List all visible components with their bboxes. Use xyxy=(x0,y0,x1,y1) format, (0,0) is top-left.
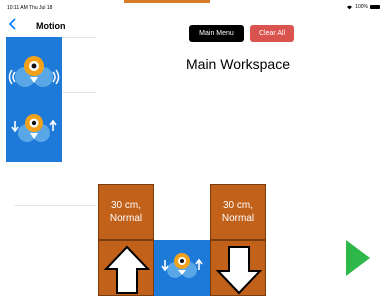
wifi-icon xyxy=(347,5,353,9)
play-icon[interactable] xyxy=(346,240,370,276)
robot-forward-backward-icon xyxy=(161,253,203,278)
forward-distance: 30 cm, xyxy=(110,200,141,211)
backward-speed: Normal xyxy=(221,213,255,224)
robot-move-block[interactable] xyxy=(154,240,210,296)
top-strip xyxy=(124,0,210,3)
backward-arrow-tile[interactable] xyxy=(210,240,266,296)
sidebar: Motion xyxy=(0,13,96,295)
forward-speed: Normal xyxy=(109,213,143,224)
backward-distance: 30 cm, xyxy=(222,200,253,211)
down-arrow-icon xyxy=(215,246,263,295)
back-chevron-icon[interactable] xyxy=(8,18,18,30)
status-indicators: 100% xyxy=(346,4,380,10)
robot-sound-icon[interactable] xyxy=(6,37,62,99)
sidebar-header: Motion xyxy=(0,13,96,35)
status-time: 10:11 AM Thu Jul 18 xyxy=(7,5,53,11)
backward-block[interactable]: 30 cm, Normal xyxy=(210,184,266,296)
battery-icon xyxy=(370,5,380,9)
clear-all-button[interactable]: Clear All xyxy=(250,25,294,42)
divider xyxy=(62,37,96,38)
battery-percent: 100% xyxy=(355,4,368,10)
forward-arrow-tile[interactable] xyxy=(98,240,154,296)
block-palette xyxy=(6,37,62,162)
backward-param-tile[interactable]: 30 cm, Normal xyxy=(210,184,266,240)
forward-block[interactable]: 30 cm, Normal xyxy=(98,184,154,296)
divider xyxy=(14,205,96,206)
main-menu-button[interactable]: Main Menu xyxy=(189,25,244,42)
divider xyxy=(62,92,96,93)
forward-param-tile[interactable]: 30 cm, Normal xyxy=(98,184,154,240)
up-arrow-icon xyxy=(103,245,151,294)
robot-forward-backward-icon[interactable] xyxy=(6,99,62,161)
sidebar-title: Motion xyxy=(36,21,66,31)
workspace-title: Main Workspace xyxy=(186,56,291,72)
